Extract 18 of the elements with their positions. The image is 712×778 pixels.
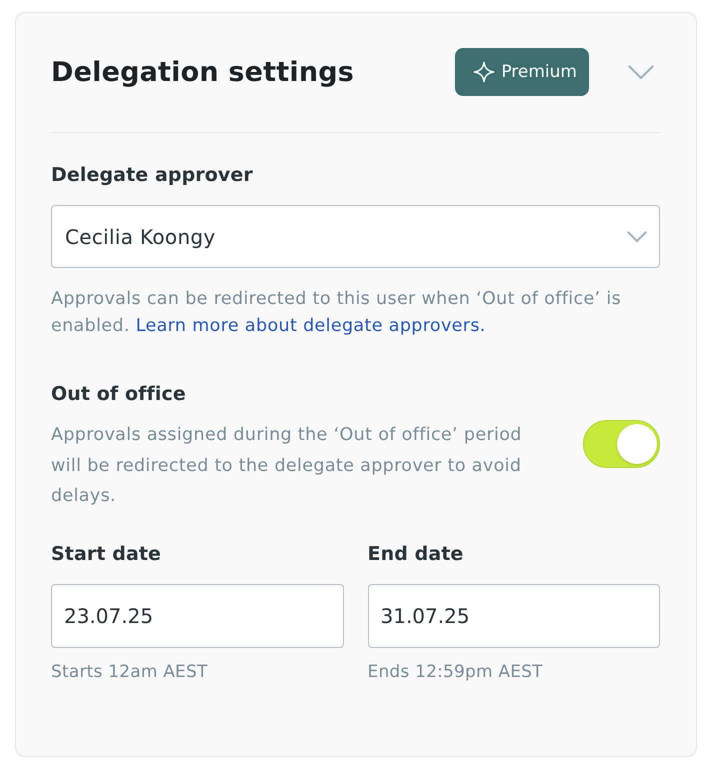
date-field[interactable]: 23.07.25 <box>51 584 344 648</box>
approver-select[interactable]: Cecilia Koongy <box>51 205 660 268</box>
section-title: Delegation settings <box>51 56 356 88</box>
chevron-down-icon[interactable] <box>628 64 654 80</box>
field-label: Start date <box>51 542 162 566</box>
description-text: Approvals assigned during the ‘Out of office’ period will be redirected to the delegate approver to avoid delays. <box>51 424 523 508</box>
sparkle-icon <box>473 61 496 83</box>
premium-badge: Premium <box>455 48 589 96</box>
help-text: Approvals can be redirected to this user when ‘Out of office’ is enabled. Learn more about delegate approvers. <box>51 288 622 338</box>
out-of-office-toggle[interactable] <box>583 420 660 468</box>
field-label: Delegate approver <box>51 163 254 187</box>
hint-text: Starts 12am AEST <box>51 660 209 684</box>
date-field[interactable]: 31.07.25 <box>368 584 660 648</box>
hint-text: Ends 12:59pm AEST <box>368 660 544 684</box>
section-label: Out of office <box>51 382 187 406</box>
learn-more-link[interactable]: Learn more about delegate approvers. <box>136 316 486 336</box>
chevron-down-icon <box>627 230 647 242</box>
field-label: End date <box>368 542 464 566</box>
